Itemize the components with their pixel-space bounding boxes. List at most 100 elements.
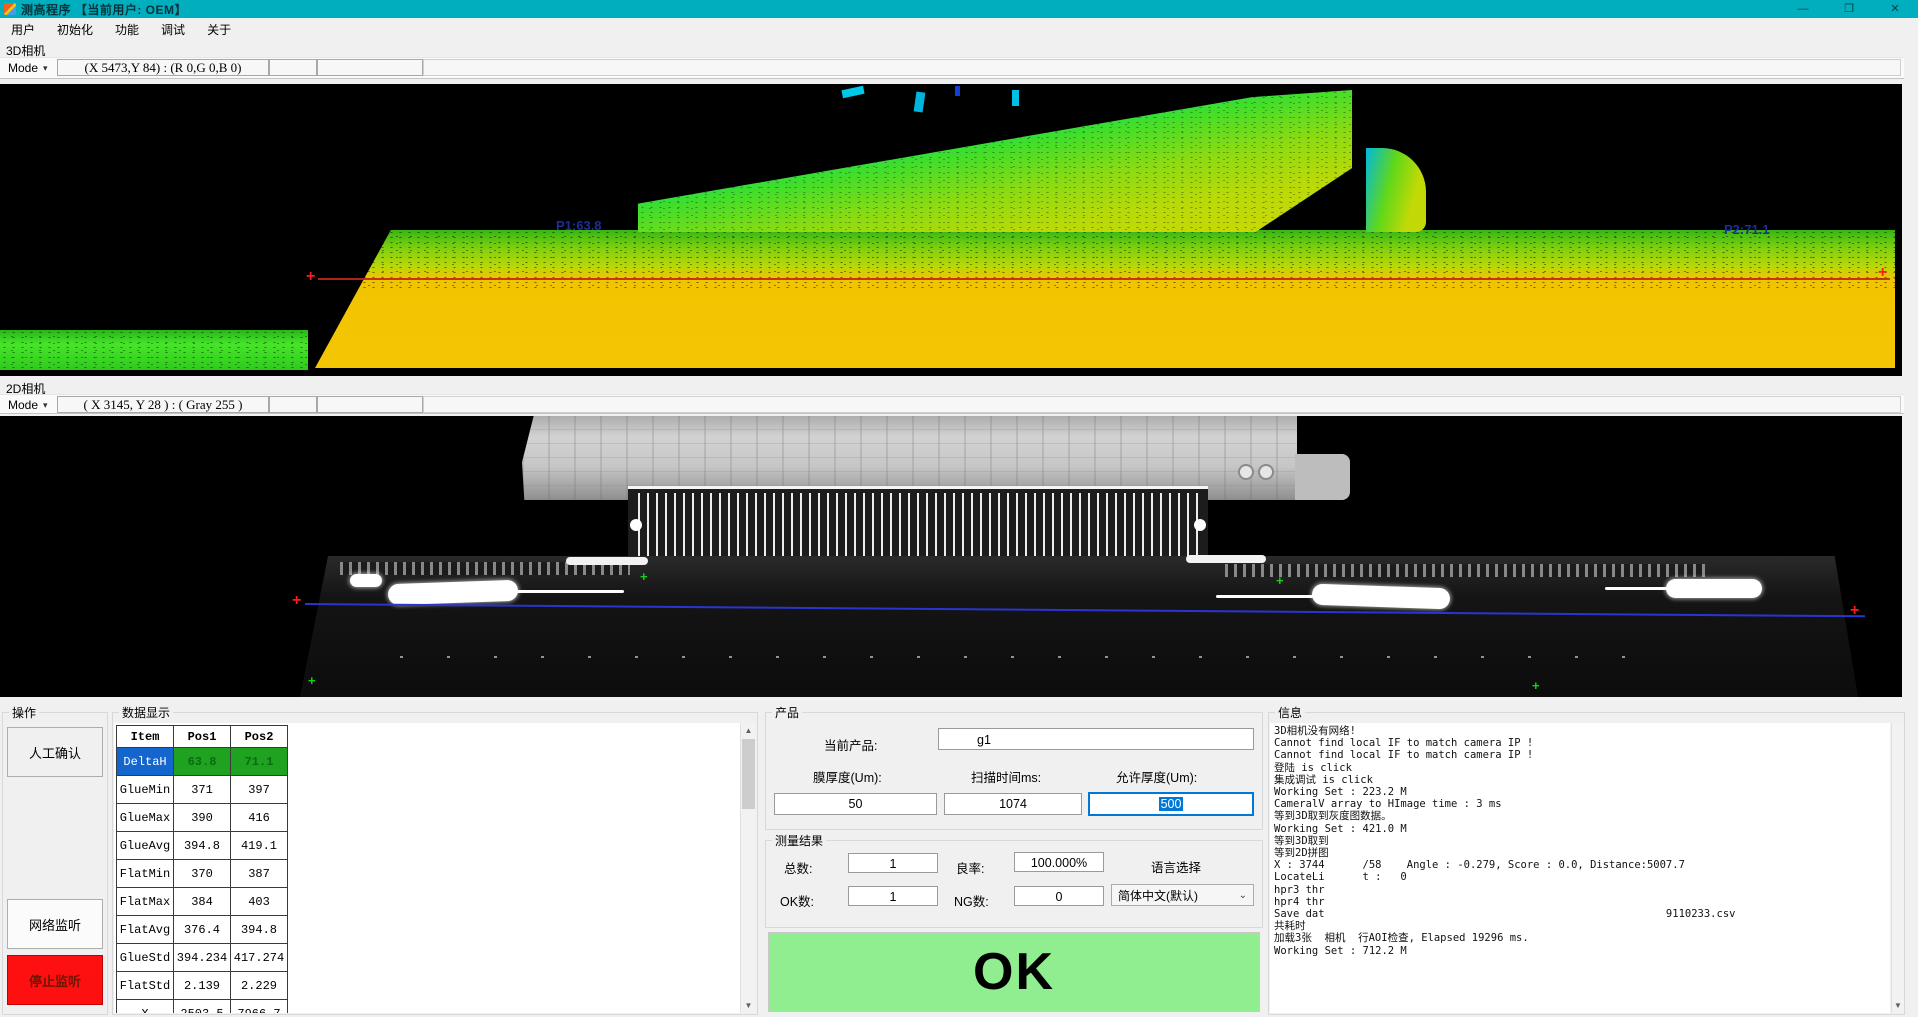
scroll-down-icon[interactable]: ▼ [741,998,756,1013]
table-row[interactable]: X 2503.5 7966.7 [117,1000,288,1014]
yield-field[interactable]: 100.000% [1014,852,1104,872]
results-group-label: 测量结果 [772,832,826,849]
crosshair-marker: + [306,272,315,282]
minimize-button[interactable]: — [1780,0,1826,18]
camera2d-mode-button[interactable]: Mode ▾ [3,396,53,414]
glue-tail [1605,587,1670,590]
language-select-dropdown[interactable]: 简体中文(默认) ⌄ [1111,884,1254,906]
results-group: 测量结果 总数: 1 良率: 100.000% 语言选择 OK数: 1 NG数:… [765,840,1263,928]
log-line: 共耗时 [1274,920,1890,932]
log-line: 等到3D取到灰度图数据。 [1274,810,1890,822]
table-row[interactable]: GlueMax 390 416 [117,804,288,832]
log-line: hpr3 thr [1274,884,1890,896]
table-row[interactable]: FlatMax 384 403 [117,888,288,916]
app-window: 测高程序 【当前用户: OEM】 — ❐ ✕ 用户 初始化 功能 调试 关于 3… [0,0,1918,1017]
crosshair-marker-green: + [308,676,316,686]
toolbar-segment [269,396,317,413]
total-field[interactable]: 1 [848,853,938,873]
heightmap-hook-piece [1366,148,1426,232]
menu-debug[interactable]: 调试 [150,19,196,40]
pcb-tab [1295,454,1350,500]
current-product-label: 当前产品: [824,735,877,754]
scan-time-field[interactable]: 1074 [944,793,1082,815]
crosshair-marker: + [1850,606,1859,616]
dropdown-arrow-icon: ▾ [43,63,48,74]
menu-bar: 用户 初始化 功能 调试 关于 [0,18,1918,41]
scroll-up-icon[interactable]: ▲ [741,723,756,738]
menu-function[interactable]: 功能 [104,19,150,40]
menu-about[interactable]: 关于 [196,19,242,40]
table-header-row: Item Pos1 Pos2 [117,726,288,748]
scan-time-label: 扫描时间ms: [971,767,1041,786]
table-row[interactable]: FlatMin 370 387 [117,860,288,888]
result-status-banner: OK [768,932,1260,1012]
log-scrollbar[interactable]: ▼ [1891,723,1904,1013]
menu-initialize[interactable]: 初始化 [46,19,104,40]
toolbar-segment [317,396,423,413]
camera3d-pixel-readout: (X 5473,Y 84) : (R 0,G 0,B 0) [57,59,269,76]
table-row[interactable]: FlatStd 2.139 2.229 [117,972,288,1000]
glue-blob [350,574,382,587]
connector-pins [628,486,1208,566]
selected-text: 500 [1159,797,1184,811]
toolbar-segment [269,59,317,76]
camera3d-view[interactable]: P1:63.8 P2:71.1 + + [0,84,1902,376]
speck-row [400,656,1650,658]
measurement-line-3d [318,278,1890,280]
window-title: 测高程序 【当前用户: OEM】 [21,1,187,18]
manual-confirm-button[interactable]: 人工确认 [7,727,103,777]
table-scrollbar[interactable]: ▲ ▼ [740,723,756,1013]
p1-measurement-label: P1:63.8 [556,218,602,233]
product-group: 产品 当前产品: g1 膜厚度(Um): 扫描时间ms: 允许厚度(Um): 5… [765,712,1263,830]
scroll-down-icon[interactable]: ▼ [1892,998,1904,1013]
camera2d-view[interactable]: + + + + + + [0,416,1902,697]
scrollbar-thumb[interactable] [742,739,755,809]
heightmap-speck [1012,90,1019,106]
log-line: Save dat 9110233.csv [1274,908,1890,920]
measurement-table: Item Pos1 Pos2 DeltaH 63.8 71.1 GlueMin … [116,725,288,1013]
log-line: X : 3744 /58 Angle : -0.279, Score : 0.0… [1274,859,1890,871]
heightmap-speck [914,91,926,112]
data-display-group: 数据显示 Item Pos1 Pos2 DeltaH 63.8 71.1 [112,712,758,1015]
camera2d-pixel-readout: ( X 3145, Y 28 ) : ( Gray 255 ) [57,396,269,413]
table-row[interactable]: GlueMin 371 397 [117,776,288,804]
current-product-field[interactable]: g1 [938,728,1254,750]
log-line: 集成调试 is click [1274,774,1890,786]
pcb-hole [1258,464,1274,480]
language-select-label: 语言选择 [1151,857,1201,876]
maximize-button[interactable]: ❐ [1826,0,1872,18]
toolbar-segment [317,59,423,76]
pad-row [1225,564,1705,577]
ok-count-field[interactable]: 1 [848,886,938,906]
reflection-streak [1186,555,1266,563]
log-line: CameralV array to HImage time : 3 ms [1274,798,1890,810]
ng-count-label: NG数: [954,891,989,910]
menu-user[interactable]: 用户 [0,19,46,40]
table-row[interactable]: GlueStd 394.234 417.274 [117,944,288,972]
glue-tail [1216,595,1316,598]
log-line: 等到2D拼图 [1274,847,1890,859]
camera3d-mode-button[interactable]: Mode ▾ [3,59,53,77]
log-line: Working Set : 421.0 M [1274,823,1890,835]
stop-listen-button[interactable]: 停止监听 [7,955,103,1005]
glue-tail [512,590,624,593]
crosshair-marker: + [1878,268,1887,278]
log-output[interactable]: 3D相机没有网络!Cannot find local IF to match c… [1270,723,1890,1013]
table-row[interactable]: FlatAvg 376.4 394.8 [117,916,288,944]
allowed-thickness-field[interactable]: 500 [1088,792,1254,816]
device-base [300,556,1858,697]
allowed-thickness-label: 允许厚度(Um): [1116,767,1197,786]
p2-measurement-label: P2:71.1 [1724,222,1770,237]
film-thickness-field[interactable]: 50 [774,793,937,815]
toolbar-segment [423,59,1901,76]
network-listen-button[interactable]: 网络监听 [7,899,103,949]
table-row-deltah[interactable]: DeltaH 63.8 71.1 [117,748,288,776]
close-button[interactable]: ✕ [1872,0,1918,18]
log-line: 等到3D取到 [1274,835,1890,847]
table-row[interactable]: GlueAvg 394.8 419.1 [117,832,288,860]
camera2d-toolbar: Mode ▾ ( X 3145, Y 28 ) : ( Gray 255 ) [0,394,1904,414]
ng-count-field[interactable]: 0 [1014,886,1104,906]
chevron-down-icon: ⌄ [1239,890,1247,901]
film-thickness-label: 膜厚度(Um): [813,767,882,786]
heightmap-fpc-cable [638,90,1352,232]
